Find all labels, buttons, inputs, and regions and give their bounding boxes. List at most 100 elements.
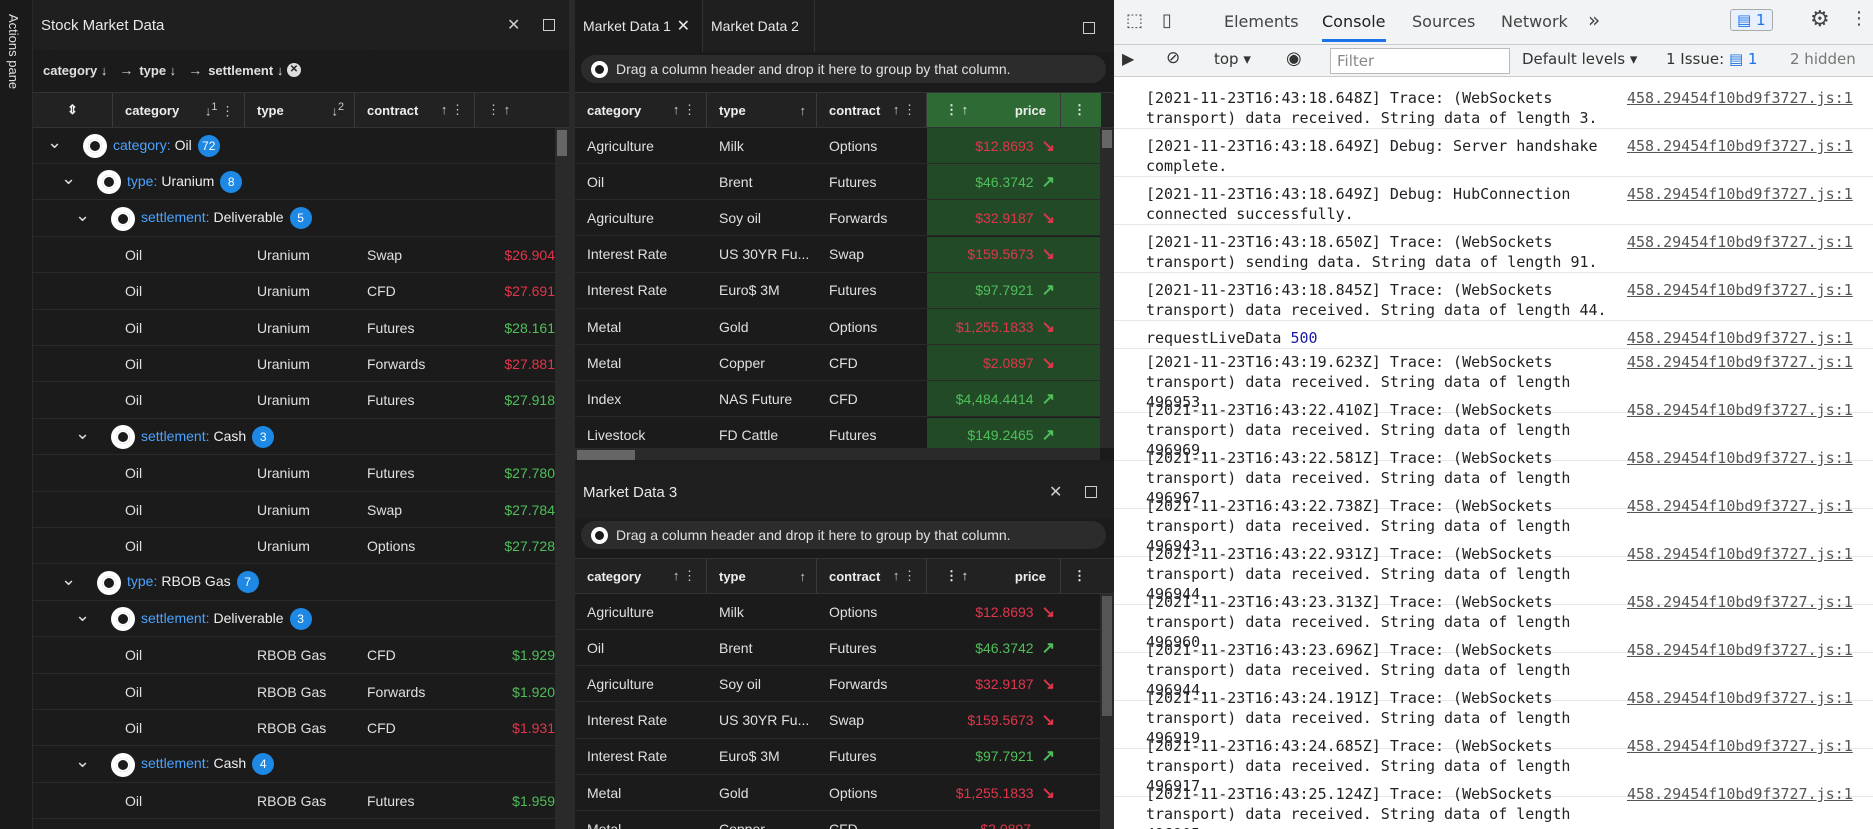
tab-sources[interactable]: Sources [1412,12,1475,31]
issues-button[interactable]: 1 Issue: ▤ 1 [1666,50,1757,68]
source-link[interactable]: 458.29454f10bd9f3727.js:1 [1627,448,1853,468]
source-link[interactable]: 458.29454f10bd9f3727.js:1 [1627,736,1853,756]
filter-input[interactable]: Filter [1330,48,1510,74]
source-link[interactable]: 458.29454f10bd9f3727.js:1 [1627,184,1853,204]
table-row[interactable]: Agriculture Soy oil Forwards $32.9187 ↘ [575,200,1100,237]
header-contract[interactable]: contract ↑ ⋮ [817,93,927,127]
group-chip-type[interactable]: type ↓ [139,63,176,78]
clear-console-icon[interactable]: ⊘ [1166,48,1180,68]
table-row[interactable]: Oil Brent Futures $46.3742 ↗ [575,164,1100,201]
table-row[interactable]: Interest Rate Euro$ 3M Futures $97.7921 ↗ [575,272,1100,309]
group-by-area[interactable]: Drag a column header and drop it here to… [581,55,1106,83]
sidebar-toggle-icon[interactable]: ▶︎ [1122,49,1134,68]
device-toolbar-icon[interactable]: ▯ [1162,10,1172,31]
source-link[interactable]: 458.29454f10bd9f3727.js:1 [1627,400,1853,420]
header-type[interactable]: type ↑ [707,93,817,127]
source-link[interactable]: 458.29454f10bd9f3727.js:1 [1627,280,1853,300]
source-link[interactable]: 458.29454f10bd9f3727.js:1 [1627,640,1853,660]
context-select[interactable]: top ▾ [1214,50,1251,68]
table-row[interactable]: Oil Uranium CFD $27.691 [33,274,555,310]
group-by-area[interactable]: category ↓ → type ↓ → settlement ↓ ✕ [43,55,383,85]
table-row[interactable]: Agriculture Milk Options $12.8693 ↘ [575,128,1100,164]
collapse-all-cell[interactable]: ⇕ [33,93,113,127]
tab-market-data-2[interactable]: Market Data 2 [703,0,815,52]
vertical-scrollbar[interactable] [555,128,569,829]
sort-asc-icon[interactable]: ↑ ⋮ [893,568,916,584]
column-menu-icon[interactable]: ⋮ [1073,568,1086,584]
table-row[interactable]: Livestock FD Cattle Futures $149.2465 ↗ [575,417,1100,448]
source-link[interactable]: 458.29454f10bd9f3727.js:1 [1627,232,1853,252]
group-row[interactable]: ⌄ settlement: Cash 4 [33,747,555,783]
source-link[interactable]: 458.29454f10bd9f3727.js:1 [1627,328,1853,348]
tab-console[interactable]: Console [1322,12,1386,42]
table-row[interactable]: Interest Rate US 30YR Fu... Swap $159.5673 ↘ [575,703,1100,739]
source-link[interactable]: 458.29454f10bd9f3727.js:1 [1627,352,1853,372]
vertical-scrollbar[interactable] [1100,594,1114,829]
sort-desc-icon[interactable]: ↓2 [331,101,344,118]
source-link[interactable]: 458.29454f10bd9f3727.js:1 [1627,784,1853,804]
group-row[interactable]: ⌄ category: Oil 72 [33,128,555,164]
source-link[interactable]: 458.29454f10bd9f3727.js:1 [1627,688,1853,708]
table-row[interactable]: Oil Uranium Swap $26.904 [33,237,555,274]
table-row[interactable]: Oil RBOB Gas CFD $1.929 [33,638,555,674]
chevron-down-icon[interactable]: ⌄ [61,569,76,590]
more-options-icon[interactable]: ⋮ [1850,8,1868,29]
table-row[interactable]: Oil Uranium Futures $27.780 [33,456,555,492]
levels-dropdown[interactable]: Default levels ▾ [1522,50,1637,68]
header-category[interactable]: category ↑ ⋮ [575,93,707,127]
sort-desc-icon[interactable]: ↓1 ⋮ [205,101,234,119]
source-link[interactable]: 458.29454f10bd9f3727.js:1 [1627,544,1853,564]
more-tabs-button[interactable]: » [1588,8,1600,32]
source-link[interactable]: 458.29454f10bd9f3727.js:1 [1627,592,1853,612]
maximize-icon[interactable] [1083,22,1095,34]
inspect-icon[interactable]: ⬚ [1126,10,1143,31]
chevron-down-icon[interactable]: ⌄ [47,132,62,153]
chevron-down-icon[interactable]: ⌄ [75,423,90,444]
table-row[interactable]: Oil Uranium Forwards $27.881 [33,346,555,383]
chevron-down-icon[interactable]: ⌄ [75,751,90,772]
tab-elements[interactable]: Elements [1224,12,1299,31]
live-expression-icon[interactable]: ◉ [1286,48,1302,69]
table-row[interactable]: Oil Uranium Options $27.728 [33,528,555,565]
table-row[interactable]: Metal Gold Options $1,255.1833 ↘ [575,775,1100,811]
collapse-all-icon[interactable]: ⇕ [67,102,78,118]
header-contract[interactable]: contract ↑ ⋮ [355,93,475,127]
source-link[interactable]: 458.29454f10bd9f3727.js:1 [1627,88,1853,108]
header-type[interactable]: type ↑ [707,559,817,593]
table-row[interactable]: Agriculture Milk Options $12.8693 ↘ [575,594,1100,630]
settings-gear-icon[interactable]: ⚙ [1810,7,1830,32]
table-row[interactable]: Interest Rate US 30YR Fu... Swap $159.5673 ↘ [575,236,1100,273]
table-row[interactable]: Oil RBOB Gas Forwards $1.920 [33,674,555,710]
tab-network[interactable]: Network [1501,12,1568,31]
maximize-icon[interactable] [1085,486,1097,498]
close-icon[interactable]: ✕ [677,16,690,36]
chevron-down-icon[interactable]: ⌄ [75,605,90,626]
table-row[interactable]: Oil Brent Futures $46.3742 ↗ [575,630,1100,667]
table-row[interactable]: Metal Gold Options $1,255.1833 ↘ [575,309,1100,345]
table-row[interactable]: Oil Uranium Swap $27.784 [33,492,555,528]
header-category[interactable]: category ↑ ⋮ [575,559,707,593]
sort-asc-icon[interactable]: ↑ ⋮ [441,102,464,118]
actions-pane[interactable]: Actions pane [0,0,33,829]
issues-badge[interactable]: ▤ 1 [1730,9,1773,31]
sort-asc-icon[interactable]: ↑ [800,569,807,584]
unpin-icon[interactable]: ✕ [1049,482,1062,502]
table-row[interactable]: Oil Uranium Futures $28.161 [33,310,555,346]
table-row[interactable]: Agriculture Soy oil Forwards $32.9187 ↘ [575,666,1100,703]
header-type[interactable]: type ↓2 [245,93,355,127]
group-by-area[interactable]: Drag a column header and drop it here to… [581,521,1106,549]
header-extra[interactable]: ⋮ [1061,559,1101,593]
remove-chip-icon[interactable]: ✕ [286,63,301,77]
tab-market-data-1[interactable]: Market Data 1 ✕ [575,0,703,52]
group-chip-category[interactable]: category ↓ [43,63,107,78]
column-menu-icon[interactable]: ⋮ ↑ [945,568,968,584]
table-row[interactable]: Oil Uranium Futures $27.918 [33,383,555,419]
table-row[interactable]: Metal Copper CFD $2.0897 [575,811,1100,829]
sort-asc-icon[interactable]: ↑ ⋮ [673,102,696,118]
header-price[interactable]: ⋮ ↑ [475,93,555,127]
header-contract[interactable]: contract ↑ ⋮ [817,559,927,593]
group-row[interactable]: ⌄ settlement: Deliverable 5 [33,201,555,237]
chevron-down-icon[interactable]: ⌄ [75,205,90,226]
sort-asc-icon[interactable]: ↑ ⋮ [893,102,916,118]
table-row[interactable]: Oil RBOB Gas CFD $1.931 [33,710,555,747]
